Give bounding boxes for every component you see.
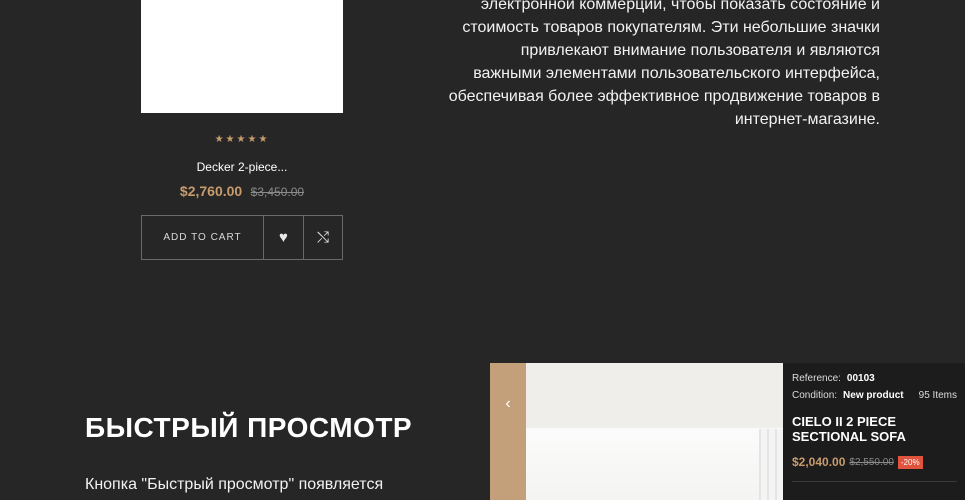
product-image[interactable] xyxy=(141,0,343,113)
product-price: $2,760.00 xyxy=(179,183,243,199)
discount-badge: -20% xyxy=(897,455,923,469)
divider xyxy=(792,481,957,482)
add-to-cart-button[interactable]: ADD TO CART xyxy=(142,216,264,259)
description-line: привлекают внимание пользователя и являю… xyxy=(520,42,880,59)
chevron-left-icon: ‹ xyxy=(505,395,511,412)
reference-value: 00103 xyxy=(846,373,875,384)
preview-price: $2,040.00 xyxy=(792,455,846,469)
condition-line: Condition: New product 95 Items xyxy=(792,390,957,401)
preview-product-title: CIELO II 2 PIECE SECTIONAL SOFA xyxy=(792,414,906,444)
preview-prev-button[interactable]: ‹ xyxy=(490,363,526,500)
preview-old-price: $2,550.00 xyxy=(849,456,894,468)
description-line: важными элементами пользовательского инт… xyxy=(473,65,880,82)
preview-product-image xyxy=(526,363,783,500)
condition-label: Condition: xyxy=(792,390,838,401)
reference-line: Reference: 00103 xyxy=(792,373,957,384)
description-line: стоимость товаров покупателям. Эти небол… xyxy=(462,19,880,36)
section-title: БЫСТРЫЙ ПРОСМОТР xyxy=(85,412,413,443)
description-line: электронной коммерции, чтобы показать со… xyxy=(480,0,880,13)
compare-button[interactable]: ⤭ xyxy=(303,216,342,259)
heart-icon: ♥ xyxy=(279,229,288,246)
product-old-price: $3,450.00 xyxy=(250,185,305,199)
section-text: Кнопка "Быстрый просмотр" появляется xyxy=(85,476,384,493)
product-actions: ADD TO CART ♥ ⤭ xyxy=(141,215,343,260)
quick-view-preview: ‹ Reference: 00103 Condition: New produc… xyxy=(490,363,965,500)
preview-info-panel: Reference: 00103 Condition: New product … xyxy=(783,363,965,500)
description-text: электронной коммерции, чтобы показать со… xyxy=(360,0,880,131)
preview-price-row: $2,040.00 $2,550.00 -20% xyxy=(792,455,957,469)
description-line: обеспечивая более эффективное продвижени… xyxy=(448,88,880,105)
items-count: 95 Items xyxy=(918,390,957,401)
product-name-link[interactable]: Decker 2-piece... xyxy=(141,160,343,174)
shuffle-icon: ⤭ xyxy=(316,229,329,246)
condition-value: New product xyxy=(843,390,904,401)
price-row: $2,760.00 $3,450.00 xyxy=(141,183,343,201)
wishlist-button[interactable]: ♥ xyxy=(264,216,303,259)
rating-stars: ★★★★★ xyxy=(214,134,270,145)
description-line: интернет-магазине. xyxy=(734,111,880,128)
reference-label: Reference: xyxy=(792,373,841,384)
